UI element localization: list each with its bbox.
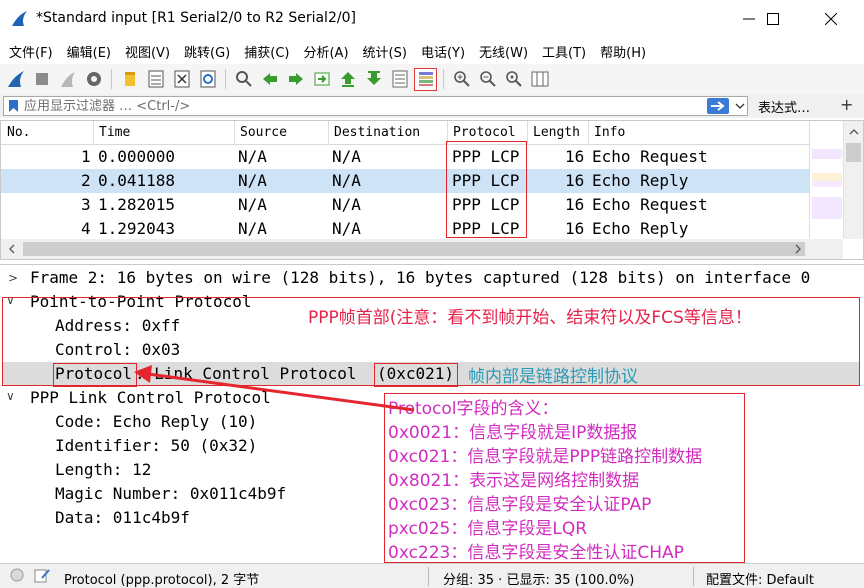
edit-note-icon[interactable] [34,567,50,587]
status-divider [428,567,429,586]
status-bar: Protocol (ppp.protocol), 2 字节 分组: 35 · 已… [0,563,864,588]
status-profile[interactable]: 配置文件: Default [706,569,814,588]
annotation-arrow [134,365,415,412]
status-field-info: Protocol (ppp.protocol), 2 字节 [64,573,260,588]
status-packet-count: 分组: 35 · 已显示: 35 (100.0%) [443,573,635,588]
status-ready-icon[interactable] [10,567,24,587]
status-divider [693,567,694,586]
